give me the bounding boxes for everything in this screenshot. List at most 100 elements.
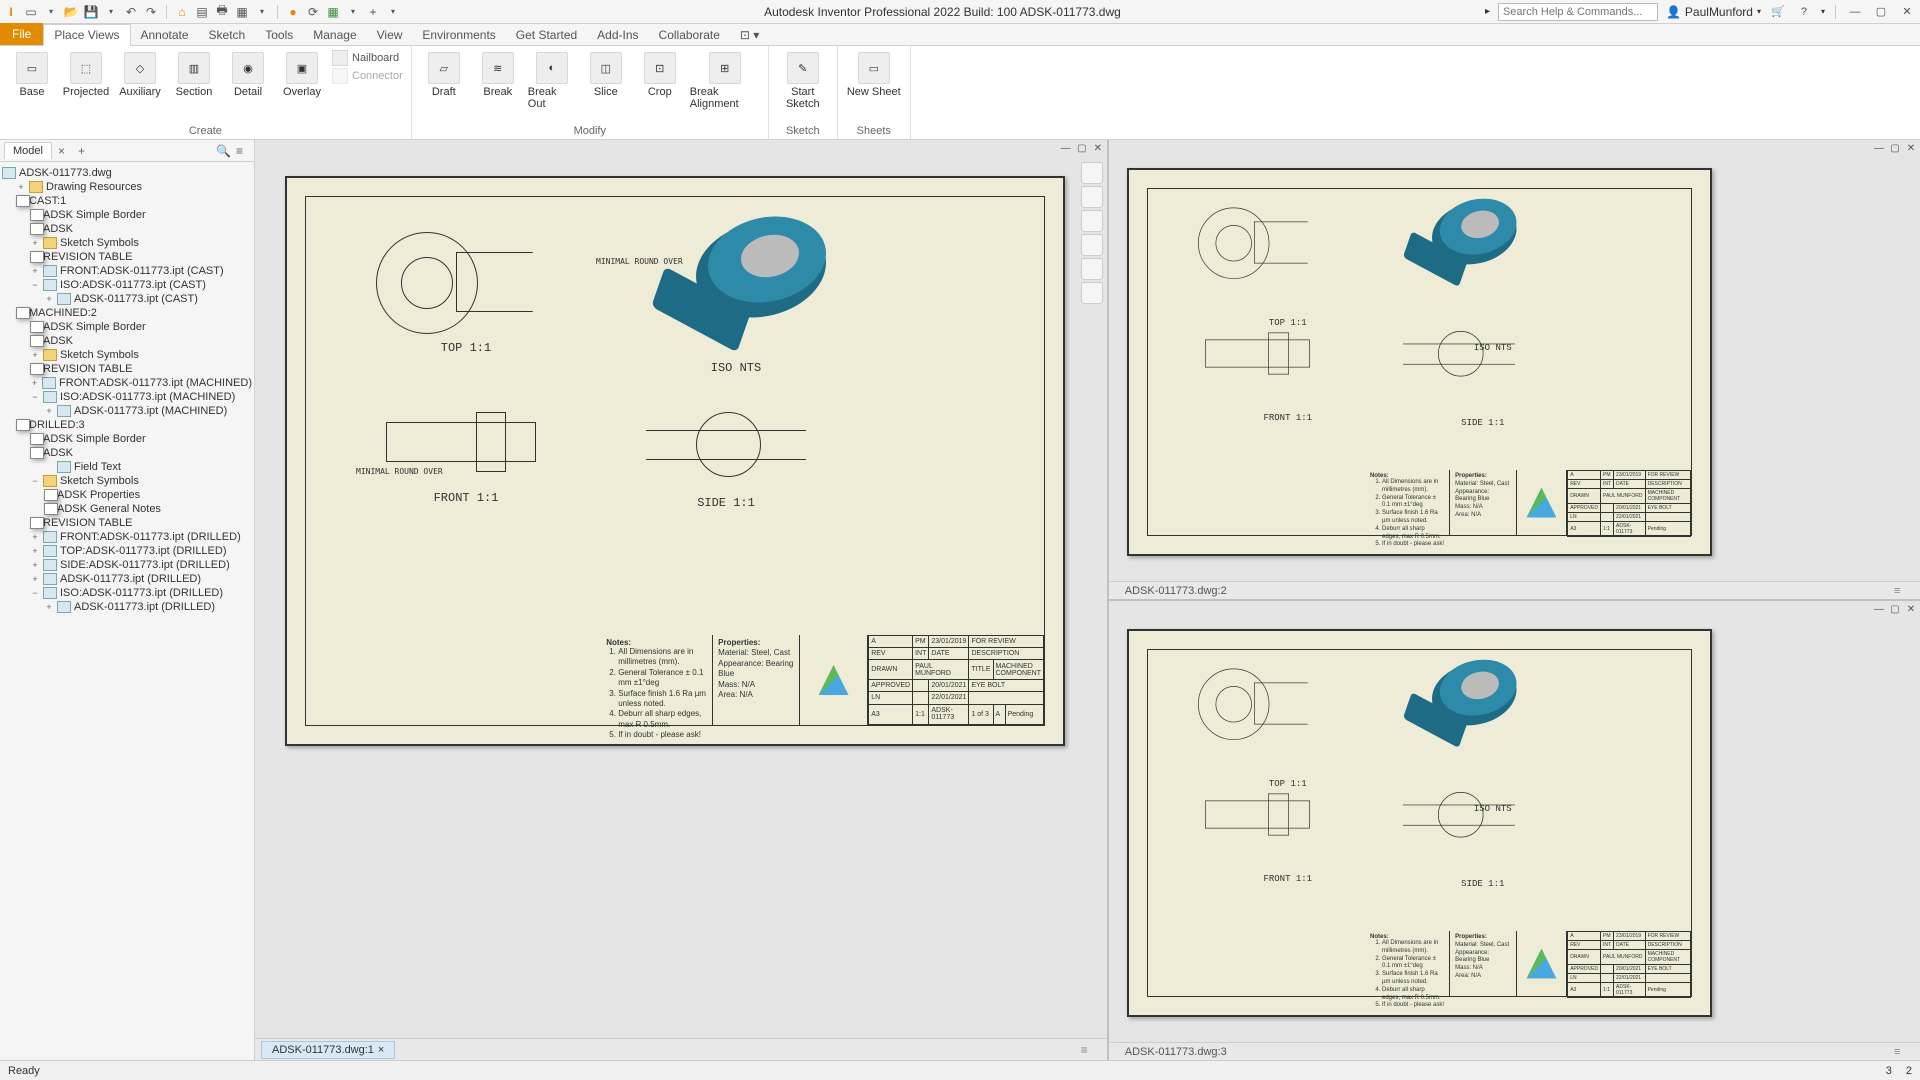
sheet-tab-1[interactable]: ADSK-011773.dwg:1× bbox=[261, 1041, 395, 1059]
tabs-menu-icon[interactable]: ≡ bbox=[1894, 585, 1914, 597]
overlay-button[interactable]: ▣Overlay bbox=[278, 50, 326, 98]
tab-view[interactable]: View bbox=[367, 25, 413, 45]
tree-item[interactable]: ADSK-011773.ipt (CAST) bbox=[74, 293, 198, 305]
save-icon[interactable]: 💾 bbox=[84, 5, 98, 19]
tree-sheet-machined[interactable]: MACHINED:2 bbox=[29, 307, 97, 319]
tab-place-views[interactable]: Place Views bbox=[43, 24, 130, 46]
dropdown-icon[interactable]: ▾ bbox=[44, 5, 58, 19]
viewport-1[interactable]: TOP 1:1 ISO NTS MINIMAL ROUND OVER FRONT… bbox=[255, 156, 1107, 1038]
browser-tab-model[interactable]: Model bbox=[4, 142, 52, 159]
tree-item[interactable]: ADSK-011773.ipt (MACHINED) bbox=[74, 405, 227, 417]
vp-maximize-icon[interactable]: ▢ bbox=[1075, 142, 1089, 154]
zoom-all-icon[interactable] bbox=[1081, 258, 1103, 280]
viewport-3[interactable]: TOP 1:1 ISO NTS FRONT 1:1 SIDE 1:1 Notes… bbox=[1109, 617, 1920, 1042]
sheet-tab-2[interactable]: ADSK-011773.dwg:2 bbox=[1115, 583, 1237, 599]
connector-button[interactable]: Connector bbox=[332, 68, 403, 84]
maximize-button[interactable]: ▢ bbox=[1872, 5, 1890, 19]
tab-environments[interactable]: Environments bbox=[412, 25, 505, 45]
tree-item[interactable]: ISO:ADSK-011773.ipt (MACHINED) bbox=[60, 391, 235, 403]
section-button[interactable]: ▥Section bbox=[170, 50, 218, 98]
break-alignment-button[interactable]: ⊞Break Alignment bbox=[690, 50, 760, 110]
break-button[interactable]: ≋Break bbox=[474, 50, 522, 98]
search-icon[interactable]: 🔍 bbox=[216, 144, 230, 158]
break-out-button[interactable]: ◐Break Out bbox=[528, 50, 576, 110]
tabs-menu-icon[interactable]: ≡ bbox=[1081, 1043, 1101, 1057]
dropdown-icon[interactable]: ▾ bbox=[386, 5, 400, 19]
vp-maximize-icon[interactable]: ▢ bbox=[1888, 603, 1902, 615]
minimize-button[interactable]: — bbox=[1846, 5, 1864, 19]
tree-item[interactable]: Field Text bbox=[74, 461, 121, 473]
layers-icon[interactable]: ▤ bbox=[195, 5, 209, 19]
tab-extra[interactable]: ⊡ ▾ bbox=[730, 25, 769, 45]
menu-icon[interactable]: ≡ bbox=[236, 144, 250, 158]
undo-icon[interactable]: ↶ bbox=[124, 5, 138, 19]
update-icon[interactable]: ⟳ bbox=[306, 5, 320, 19]
tab-add-ins[interactable]: Add-Ins bbox=[587, 25, 648, 45]
tree-item[interactable]: Sketch Symbols bbox=[60, 237, 139, 249]
close-tab-icon[interactable]: × bbox=[378, 1044, 384, 1056]
crop-button[interactable]: ⊡Crop bbox=[636, 50, 684, 98]
tree-item[interactable]: ISO:ADSK-011773.ipt (CAST) bbox=[60, 279, 206, 291]
tree-item[interactable]: ADSK Properties bbox=[57, 489, 140, 501]
dropdown-icon[interactable]: ▾ bbox=[346, 5, 360, 19]
tree-item[interactable]: TOP:ADSK-011773.ipt (DRILLED) bbox=[60, 545, 227, 557]
viewcube-icon[interactable] bbox=[1081, 162, 1103, 184]
zoom-icon[interactable] bbox=[1081, 210, 1103, 232]
tree-item[interactable]: FRONT:ADSK-011773.ipt (DRILLED) bbox=[60, 531, 241, 543]
tree-item[interactable]: Sketch Symbols bbox=[60, 349, 139, 361]
start-sketch-button[interactable]: ✎Start Sketch bbox=[777, 50, 829, 110]
auxiliary-button[interactable]: ◇Auxiliary bbox=[116, 50, 164, 98]
tree-item[interactable]: ADSK-011773.ipt (DRILLED) bbox=[74, 601, 215, 613]
tree-item[interactable]: FRONT:ADSK-011773.ipt (CAST) bbox=[60, 265, 224, 277]
add-tab-icon[interactable]: + bbox=[78, 144, 92, 158]
vp-minimize-icon[interactable]: — bbox=[1059, 142, 1073, 154]
tree-item[interactable]: ADSK-011773.ipt (DRILLED) bbox=[60, 573, 201, 585]
tree-item[interactable]: ADSK Simple Border bbox=[43, 433, 146, 445]
slice-button[interactable]: ◫Slice bbox=[582, 50, 630, 98]
tree-item[interactable]: ADSK General Notes bbox=[57, 503, 161, 515]
plus-icon[interactable]: + bbox=[366, 5, 380, 19]
look-at-icon[interactable] bbox=[1081, 282, 1103, 304]
base-button[interactable]: ▭Base bbox=[8, 50, 56, 98]
nailboard-button[interactable]: Nailboard bbox=[332, 50, 403, 66]
redo-icon[interactable]: ↷ bbox=[144, 5, 158, 19]
sheet-icon[interactable]: ▦ bbox=[235, 5, 249, 19]
tree-item[interactable]: Sketch Symbols bbox=[60, 475, 139, 487]
print-icon[interactable]: 🖶 bbox=[215, 5, 229, 19]
tab-sketch[interactable]: Sketch bbox=[199, 25, 256, 45]
tab-file[interactable]: File bbox=[0, 23, 43, 45]
tree-sheet-cast[interactable]: CAST:1 bbox=[29, 195, 66, 207]
open-icon[interactable]: 📂 bbox=[64, 5, 78, 19]
vp-minimize-icon[interactable]: — bbox=[1872, 142, 1886, 154]
material-icon[interactable]: ● bbox=[286, 5, 300, 19]
vp-maximize-icon[interactable]: ▢ bbox=[1888, 142, 1902, 154]
tree-item[interactable]: ADSK bbox=[43, 223, 73, 235]
new-sheet-button[interactable]: ▭New Sheet bbox=[846, 50, 902, 98]
tree-item[interactable]: ADSK Simple Border bbox=[43, 209, 146, 221]
tree-item[interactable]: SIDE:ADSK-011773.ipt (DRILLED) bbox=[60, 559, 230, 571]
vp-close-icon[interactable]: ✕ bbox=[1091, 142, 1105, 154]
tab-manage[interactable]: Manage bbox=[303, 25, 366, 45]
orbit-icon[interactable] bbox=[1081, 234, 1103, 256]
tab-get-started[interactable]: Get Started bbox=[506, 25, 587, 45]
tree-item[interactable]: ADSK bbox=[43, 335, 73, 347]
close-button[interactable]: ✕ bbox=[1898, 5, 1916, 19]
dropdown-icon[interactable]: ▾ bbox=[255, 5, 269, 19]
tree-item[interactable]: FRONT:ADSK-011773.ipt (MACHINED) bbox=[59, 377, 252, 389]
home-icon[interactable]: ⌂ bbox=[175, 5, 189, 19]
cart-icon[interactable]: 🛒 bbox=[1769, 5, 1787, 19]
search-help-input[interactable] bbox=[1498, 3, 1658, 21]
tree-item[interactable]: ISO:ADSK-011773.ipt (DRILLED) bbox=[60, 587, 223, 599]
vp-minimize-icon[interactable]: — bbox=[1872, 603, 1886, 615]
sheet-tab-3[interactable]: ADSK-011773.dwg:3 bbox=[1115, 1044, 1237, 1060]
browser-tree[interactable]: ADSK-011773.dwg +Drawing Resources −CAST… bbox=[0, 162, 254, 1060]
close-tab-icon[interactable]: × bbox=[58, 144, 72, 158]
vp-close-icon[interactable]: ✕ bbox=[1904, 603, 1918, 615]
expand-icon[interactable]: ▸ bbox=[1485, 6, 1490, 17]
tree-sheet-drilled[interactable]: DRILLED:3 bbox=[29, 419, 85, 431]
tree-item[interactable]: REVISION TABLE bbox=[43, 251, 132, 263]
new-icon[interactable]: ▭ bbox=[24, 5, 38, 19]
tab-annotate[interactable]: Annotate bbox=[131, 25, 199, 45]
tree-item[interactable]: REVISION TABLE bbox=[43, 517, 132, 529]
dropdown-icon[interactable]: ▾ bbox=[104, 5, 118, 19]
